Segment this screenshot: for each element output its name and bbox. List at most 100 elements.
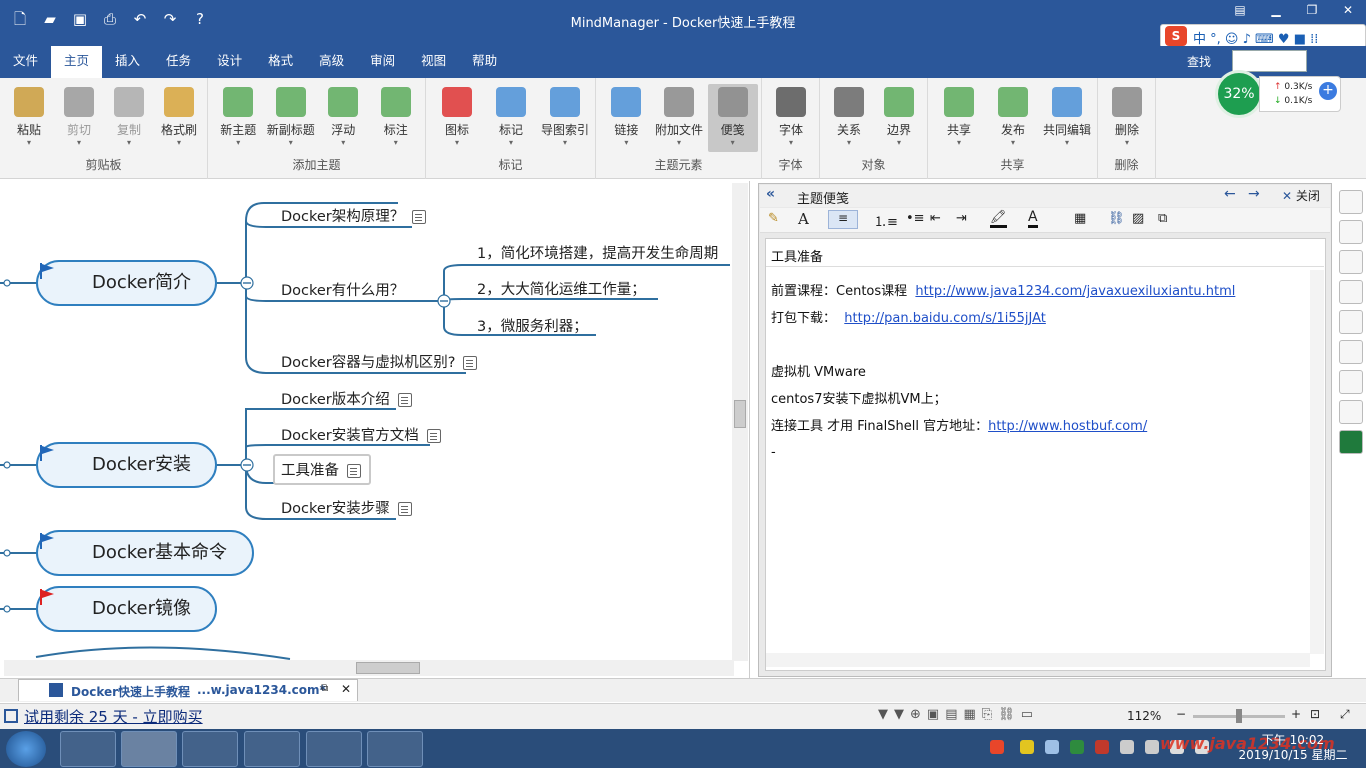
menu-tab[interactable]: 文件 xyxy=(0,46,51,78)
bullet-list-icon[interactable]: •≡ xyxy=(906,211,925,226)
ribbon-button[interactable]: 新副标题 ▾ xyxy=(267,84,315,147)
next-note-icon[interactable]: → xyxy=(1248,186,1260,202)
highlight-color-icon[interactable]: 🖍 xyxy=(990,210,1007,228)
topic-docker-intro[interactable]: Docker简介 xyxy=(36,260,217,306)
hyperlink-icon[interactable]: ⛓ xyxy=(1108,211,1125,226)
tray-flag-icon[interactable] xyxy=(1145,740,1159,754)
float-tab-icon[interactable]: ⧉ xyxy=(321,683,328,694)
excel-icon[interactable] xyxy=(1339,430,1363,454)
note-icon[interactable] xyxy=(397,393,412,407)
subtopic-tools-selected[interactable]: 工具准备 xyxy=(273,454,371,485)
subtopic-architecture[interactable]: Docker架构原理？ xyxy=(281,205,427,226)
notes-view-icon[interactable]: ▭ xyxy=(1021,707,1039,722)
taskbar-app-mindmanager[interactable] xyxy=(121,731,177,767)
menu-tab[interactable]: 主页 xyxy=(51,46,103,78)
prev-note-icon[interactable]: ← xyxy=(1224,186,1236,202)
download-link[interactable]: http://pan.baidu.com/s/1i55jJAt xyxy=(844,311,1046,326)
format-painter-icon[interactable]: ✎ xyxy=(768,211,779,226)
minimize-button[interactable]: ▁ xyxy=(1258,0,1294,22)
insert-image-icon[interactable]: ▨ xyxy=(1132,211,1144,226)
search-icon[interactable] xyxy=(1339,340,1363,364)
layout-icon[interactable]: ▣ xyxy=(927,707,945,722)
subtopic-use-1[interactable]: 1，简化环境搭建，提高开发生命周期 xyxy=(477,242,718,263)
menu-tab[interactable]: 高级 xyxy=(306,46,357,78)
note-icon[interactable] xyxy=(463,356,478,370)
table-icon[interactable]: ▦ xyxy=(1074,211,1086,226)
map-horizontal-scroll-thumb[interactable] xyxy=(356,662,420,674)
tray-shield-icon[interactable] xyxy=(1070,740,1084,754)
task-info-icon[interactable] xyxy=(1339,190,1363,214)
ribbon-button[interactable]: 新主题 ▾ xyxy=(214,84,262,147)
finalshell-link[interactable]: http://www.hostbuf.com/ xyxy=(988,419,1147,434)
font-a-icon[interactable]: A xyxy=(798,210,809,228)
start-button[interactable] xyxy=(6,731,46,767)
filter-icon[interactable]: ▼ xyxy=(878,707,894,722)
ribbon-button[interactable]: 共享 ▾ xyxy=(935,84,983,147)
align-left-icon[interactable]: ≡ xyxy=(828,210,858,229)
note-icon[interactable] xyxy=(397,502,412,516)
map-parts-icon[interactable] xyxy=(1339,280,1363,304)
note-icon[interactable] xyxy=(412,210,427,224)
ribbon-button[interactable]: 图标 ▾ xyxy=(433,84,481,147)
ribbon-button[interactable]: 链接 ▾ xyxy=(602,84,650,147)
tray-app-icon[interactable] xyxy=(1095,740,1109,754)
browser-icon[interactable] xyxy=(1339,400,1363,424)
trial-buy-link[interactable]: 试用剩余 25 天 - 立即购买 xyxy=(24,706,203,727)
ribbon-button[interactable]: 标注 ▾ xyxy=(372,84,420,147)
menu-tab[interactable]: 任务 xyxy=(153,46,204,78)
taskbar-app-media[interactable] xyxy=(182,731,238,767)
menu-tab[interactable]: 插入 xyxy=(102,46,153,78)
tray-network-icon[interactable] xyxy=(1045,740,1059,754)
subtopic-use-3[interactable]: 3，微服务利器； xyxy=(477,315,588,336)
menu-tab[interactable]: 审阅 xyxy=(357,46,408,78)
ribbon-button[interactable]: 复制 ▾ xyxy=(105,84,153,147)
close-notes-button[interactable]: ✕ 关闭 xyxy=(1282,187,1320,204)
subtopic-install-steps[interactable]: Docker安装步骤 xyxy=(281,497,412,518)
fit-map-icon[interactable]: ⊡ xyxy=(1310,707,1320,721)
tray-input-icon[interactable] xyxy=(1120,740,1134,754)
ribbon-button[interactable]: 便笺 ▾ xyxy=(707,84,758,152)
topic-docker-install[interactable]: Docker安装 xyxy=(36,442,217,488)
overview-icon[interactable] xyxy=(1339,370,1363,394)
note-icon[interactable] xyxy=(426,429,441,443)
menu-tab[interactable]: 设计 xyxy=(204,46,255,78)
collapse-panel-icon[interactable]: « xyxy=(766,186,775,202)
taskbar-app-explorer[interactable] xyxy=(367,731,423,767)
zoom-slider-knob[interactable] xyxy=(1236,709,1242,723)
ribbon-button[interactable]: 边界 ▾ xyxy=(875,84,923,147)
ribbon-button[interactable]: 导图索引 ▾ xyxy=(541,84,589,147)
search-input[interactable] xyxy=(1232,50,1307,72)
ribbon-button[interactable]: 删除 ▾ xyxy=(1103,84,1151,147)
ribbon-button[interactable]: 字体 ▾ xyxy=(767,84,815,147)
outline-icon[interactable]: ▤ xyxy=(945,707,963,722)
mindmap-canvas[interactable]: Docker简介 Docker安装 Docker基本命令 Docker镜像 Do… xyxy=(0,181,750,679)
add-icon[interactable]: + xyxy=(1319,82,1337,100)
link-view-icon[interactable]: ⛓ xyxy=(998,707,1021,722)
system-clock[interactable]: 下午 10:02 2019/10/15 星期二 xyxy=(1238,733,1348,763)
status-tools[interactable]: ▼▼⊕▣▤▦⎘⛓▭ xyxy=(878,707,1039,722)
attach-icon[interactable]: ⎘ xyxy=(982,707,998,722)
note-icon[interactable] xyxy=(347,464,361,478)
notes-vertical-scrollbar[interactable] xyxy=(1310,270,1324,654)
ribbon-button[interactable]: 发布 ▾ xyxy=(989,84,1037,147)
menu-tab[interactable]: 视图 xyxy=(408,46,459,78)
ribbon-button[interactable]: 共同编辑 ▾ xyxy=(1043,84,1091,147)
ribbon-button[interactable]: 关系 ▾ xyxy=(825,84,873,147)
notes-horizontal-scrollbar[interactable] xyxy=(766,653,1310,667)
ribbon-button[interactable]: 格式刷 ▾ xyxy=(155,84,203,147)
ribbon-button[interactable]: 粘贴 ▾ xyxy=(5,84,53,147)
ribbon-button[interactable]: 附加文件 ▾ xyxy=(655,84,703,147)
font-color-icon[interactable]: A xyxy=(1028,209,1038,228)
restore-ribbon-icon[interactable]: ▤ xyxy=(1222,0,1258,22)
tray-plus-icon[interactable] xyxy=(1020,740,1034,754)
ribbon-button[interactable]: 剪切 ▾ xyxy=(55,84,103,147)
subtopic-usage[interactable]: Docker有什么用？ xyxy=(281,279,404,300)
menu-tab[interactable]: 帮助 xyxy=(459,46,510,78)
subtopic-version[interactable]: Docker版本介绍 xyxy=(281,388,412,409)
close-button[interactable]: ✕ xyxy=(1330,0,1366,22)
zoom-out-icon[interactable]: − xyxy=(1176,707,1186,721)
ribbon-button[interactable]: 标记 ▾ xyxy=(487,84,535,147)
outdent-icon[interactable]: ⇤ xyxy=(930,211,941,226)
calendar-icon[interactable] xyxy=(1339,220,1363,244)
menu-tab[interactable]: 格式 xyxy=(255,46,306,78)
